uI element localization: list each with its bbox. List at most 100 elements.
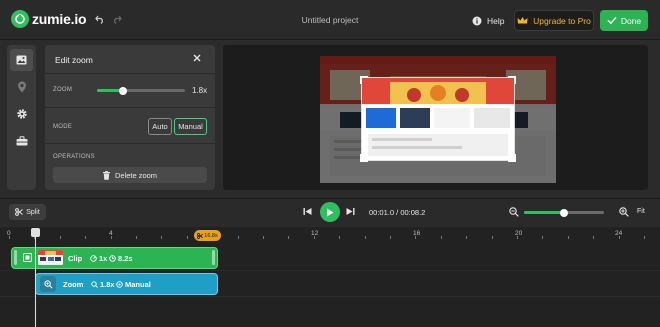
redo-icon[interactable] xyxy=(112,15,122,24)
ruler-mark xyxy=(161,236,163,239)
search-icon xyxy=(91,281,98,288)
zoom-clip-label: Zoom xyxy=(63,280,84,289)
clip-left-handle[interactable] xyxy=(14,250,17,265)
check-icon xyxy=(607,16,617,25)
mode-label: MODE xyxy=(53,124,73,130)
undo-icon[interactable] xyxy=(95,15,105,24)
zoom-box-corner[interactable] xyxy=(360,154,368,162)
ruler-mark xyxy=(364,236,366,239)
delete-zoom-label: Delete zoom xyxy=(114,170,158,180)
magnifier-icon xyxy=(43,279,52,288)
zoom-region-box[interactable] xyxy=(360,76,516,162)
scissors-icon xyxy=(197,232,204,239)
clock-icon xyxy=(109,255,116,262)
panel-divider xyxy=(45,73,215,74)
play-icon xyxy=(327,208,334,216)
clip-speed: 1x xyxy=(90,254,107,263)
clip-label: Clip xyxy=(68,254,83,263)
ruler-mark xyxy=(288,236,290,239)
clip-right-handle[interactable] xyxy=(212,250,215,265)
zoom-slider[interactable] xyxy=(97,86,185,95)
timeline-zoom-thumb[interactable] xyxy=(560,208,568,217)
zoom-box-corner[interactable] xyxy=(508,154,516,162)
time-readout: 00:01.0 / 00:08.2 xyxy=(369,208,425,217)
brand-name: zumie.io xyxy=(32,11,87,27)
playhead-line xyxy=(35,229,36,327)
scissors-icon xyxy=(15,208,24,216)
rail-settings-button[interactable] xyxy=(10,103,33,125)
track-separator xyxy=(0,296,660,297)
current-time: 00:01.0 xyxy=(369,208,395,217)
speed-icon xyxy=(90,255,97,262)
ruler-mark xyxy=(593,236,595,239)
clip-duration: 8.2s xyxy=(109,254,133,263)
time-marker-badge[interactable]: 16.8s xyxy=(194,230,221,241)
ruler-mark xyxy=(644,236,645,239)
zoom-box-corner[interactable] xyxy=(360,76,368,84)
zoom-clip-level: 1.8x xyxy=(91,280,115,289)
operations-label: OPERATIONS xyxy=(53,154,95,160)
preview-area xyxy=(223,45,648,190)
zoom-value: 1.8x xyxy=(192,86,208,95)
ruler-mark xyxy=(618,236,620,239)
panel-divider xyxy=(45,107,215,108)
done-label: Done xyxy=(620,15,642,26)
gear-icon xyxy=(16,109,27,119)
play-button[interactable] xyxy=(320,202,340,222)
ruler-mark xyxy=(186,236,188,239)
close-icon[interactable] xyxy=(193,54,201,62)
ruler-mark xyxy=(313,236,315,239)
zoom-clip[interactable]: Zoom 1.8x Manual xyxy=(35,273,218,295)
total-time: 00:08.2 xyxy=(400,208,426,217)
fit-button[interactable]: Fit xyxy=(637,208,645,215)
target-icon xyxy=(116,281,123,288)
panel-title: Edit zoom xyxy=(55,55,93,65)
ruler-mark xyxy=(567,236,569,239)
mode-auto-button[interactable]: Auto xyxy=(148,118,172,135)
video-clip[interactable]: Clip 1x 8.2s xyxy=(11,247,218,269)
zoom-out-icon[interactable] xyxy=(509,207,519,217)
help-button[interactable]: Help xyxy=(472,13,504,28)
rail-location-button[interactable] xyxy=(10,76,33,98)
upgrade-button[interactable]: Upgrade to Pro xyxy=(514,10,594,31)
ruler-mark xyxy=(9,236,10,239)
done-button[interactable]: Done xyxy=(600,10,648,31)
delete-zoom-button[interactable]: Delete zoom xyxy=(53,167,207,183)
film-icon xyxy=(23,253,32,262)
info-icon xyxy=(472,16,482,25)
mode-manual-button[interactable]: Manual xyxy=(174,118,207,135)
video-preview[interactable] xyxy=(320,56,556,183)
skip-back-icon[interactable] xyxy=(303,207,312,216)
image-icon xyxy=(16,55,27,65)
trash-icon xyxy=(102,170,110,180)
zoom-region-image xyxy=(362,78,514,160)
time-separator: / xyxy=(396,208,399,217)
ruler-mark xyxy=(339,236,341,239)
ruler-mark xyxy=(59,236,61,239)
zoom-slider-thumb[interactable] xyxy=(119,86,127,95)
clip-duration-value: 8.2s xyxy=(118,254,133,263)
playhead-handle[interactable] xyxy=(31,228,40,237)
ruler-mark xyxy=(85,236,87,239)
app-logo[interactable]: zumie.io xyxy=(11,10,87,28)
skip-forward-icon[interactable] xyxy=(346,207,355,216)
timeline-zoom-slider[interactable] xyxy=(524,208,604,217)
toolbox-icon xyxy=(16,136,27,146)
clip-speed-value: 1x xyxy=(99,254,108,263)
ruler-mark xyxy=(491,236,493,239)
rail-media-button[interactable] xyxy=(10,49,33,71)
split-button[interactable]: Split xyxy=(9,204,46,220)
zoom-box-corner[interactable] xyxy=(508,76,516,84)
zoom-clip-icon-box xyxy=(40,276,56,292)
tool-rail xyxy=(7,45,36,190)
upgrade-label: Upgrade to Pro xyxy=(533,15,591,26)
zoom-clip-mode-value: Manual xyxy=(125,280,151,289)
edit-zoom-panel: Edit zoom ZOOM 1.8x MODE Auto Manual OPE… xyxy=(45,45,215,190)
ruler-mark xyxy=(110,236,112,239)
timeline-zoom-fill xyxy=(524,211,564,214)
map-pin-icon xyxy=(17,81,26,93)
time-marker-label: 16.8s xyxy=(204,232,218,239)
zoom-in-icon[interactable] xyxy=(619,207,629,217)
zoom-clip-level-value: 1.8x xyxy=(100,280,115,289)
rail-tools-button[interactable] xyxy=(10,130,33,152)
